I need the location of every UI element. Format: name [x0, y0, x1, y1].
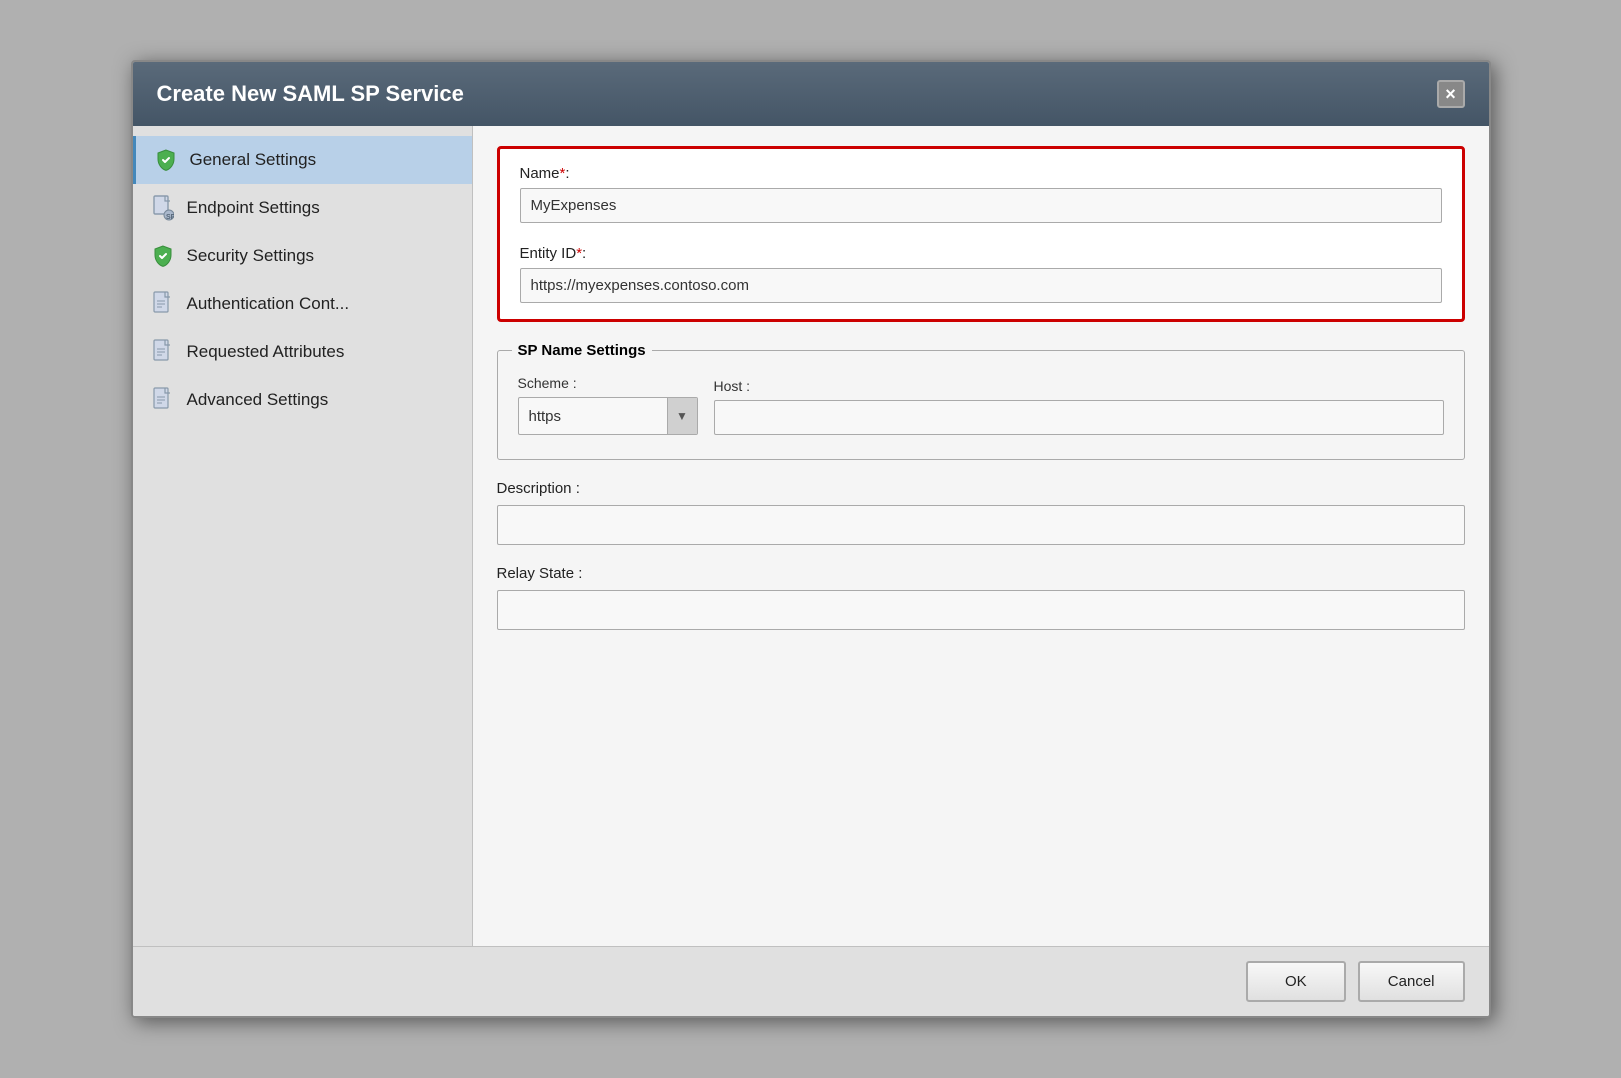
content-area: Name*: Entity ID*: SP Name Settings Sche…: [473, 126, 1489, 946]
gray-page-icon-auth: [149, 290, 177, 318]
sidebar-item-label-advanced-settings: Advanced Settings: [187, 390, 329, 410]
entity-id-input[interactable]: [520, 268, 1442, 303]
sidebar: General Settings SP Endpoint Settings: [133, 126, 473, 946]
scheme-label: Scheme :: [518, 375, 698, 391]
sidebar-item-authentication-cont[interactable]: Authentication Cont...: [133, 280, 472, 328]
green-shield-icon: [152, 146, 180, 174]
dialog-footer: OK Cancel: [133, 946, 1489, 1016]
scheme-dropdown-icon: ▼: [667, 398, 697, 434]
gray-page-icon-requested: [149, 338, 177, 366]
ok-button[interactable]: OK: [1246, 961, 1346, 1002]
sidebar-item-label-authentication-cont: Authentication Cont...: [187, 294, 350, 314]
relay-state-section: Relay State :: [497, 565, 1465, 630]
gray-page-icon-advanced: [149, 386, 177, 414]
required-fields-box: Name*: Entity ID*:: [497, 146, 1465, 322]
sidebar-item-label-requested-attributes: Requested Attributes: [187, 342, 345, 362]
sidebar-item-advanced-settings[interactable]: Advanced Settings: [133, 376, 472, 424]
host-input[interactable]: [714, 400, 1444, 435]
scheme-host-row: Scheme : https http ▼ Host :: [518, 375, 1444, 435]
sidebar-item-label-security-settings: Security Settings: [187, 246, 315, 266]
scheme-column: Scheme : https http ▼: [518, 375, 698, 435]
scheme-select-wrapper[interactable]: https http ▼: [518, 397, 698, 435]
sidebar-item-endpoint-settings[interactable]: SP Endpoint Settings: [133, 184, 472, 232]
relay-state-label: Relay State :: [497, 565, 1465, 582]
description-label: Description :: [497, 480, 1465, 497]
entity-id-label: Entity ID*:: [520, 245, 1442, 262]
host-label: Host :: [714, 378, 1444, 394]
description-input[interactable]: [497, 505, 1465, 545]
cancel-button[interactable]: Cancel: [1358, 961, 1465, 1002]
dialog-body: General Settings SP Endpoint Settings: [133, 126, 1489, 946]
host-column: Host :: [714, 378, 1444, 435]
relay-state-input[interactable]: [497, 590, 1465, 630]
sidebar-item-security-settings[interactable]: Security Settings: [133, 232, 472, 280]
sp-name-settings-fieldset: SP Name Settings Scheme : https http ▼: [497, 342, 1465, 460]
create-saml-sp-dialog: Create New SAML SP Service × General Set…: [131, 60, 1491, 1018]
dialog-header: Create New SAML SP Service ×: [133, 62, 1489, 126]
sidebar-item-label-general-settings: General Settings: [190, 150, 317, 170]
dialog-title: Create New SAML SP Service: [157, 81, 464, 107]
sidebar-item-label-endpoint-settings: Endpoint Settings: [187, 198, 320, 218]
green-shield-icon-security: [149, 242, 177, 270]
close-button[interactable]: ×: [1437, 80, 1465, 108]
gray-page-icon-endpoint: SP: [149, 194, 177, 222]
name-label: Name*:: [520, 165, 1442, 182]
description-section: Description :: [497, 480, 1465, 545]
sidebar-item-general-settings[interactable]: General Settings: [133, 136, 472, 184]
svg-text:SP: SP: [166, 214, 174, 221]
sidebar-item-requested-attributes[interactable]: Requested Attributes: [133, 328, 472, 376]
sp-name-settings-legend: SP Name Settings: [512, 342, 652, 359]
name-input[interactable]: [520, 188, 1442, 223]
scheme-select[interactable]: https http: [519, 400, 667, 433]
